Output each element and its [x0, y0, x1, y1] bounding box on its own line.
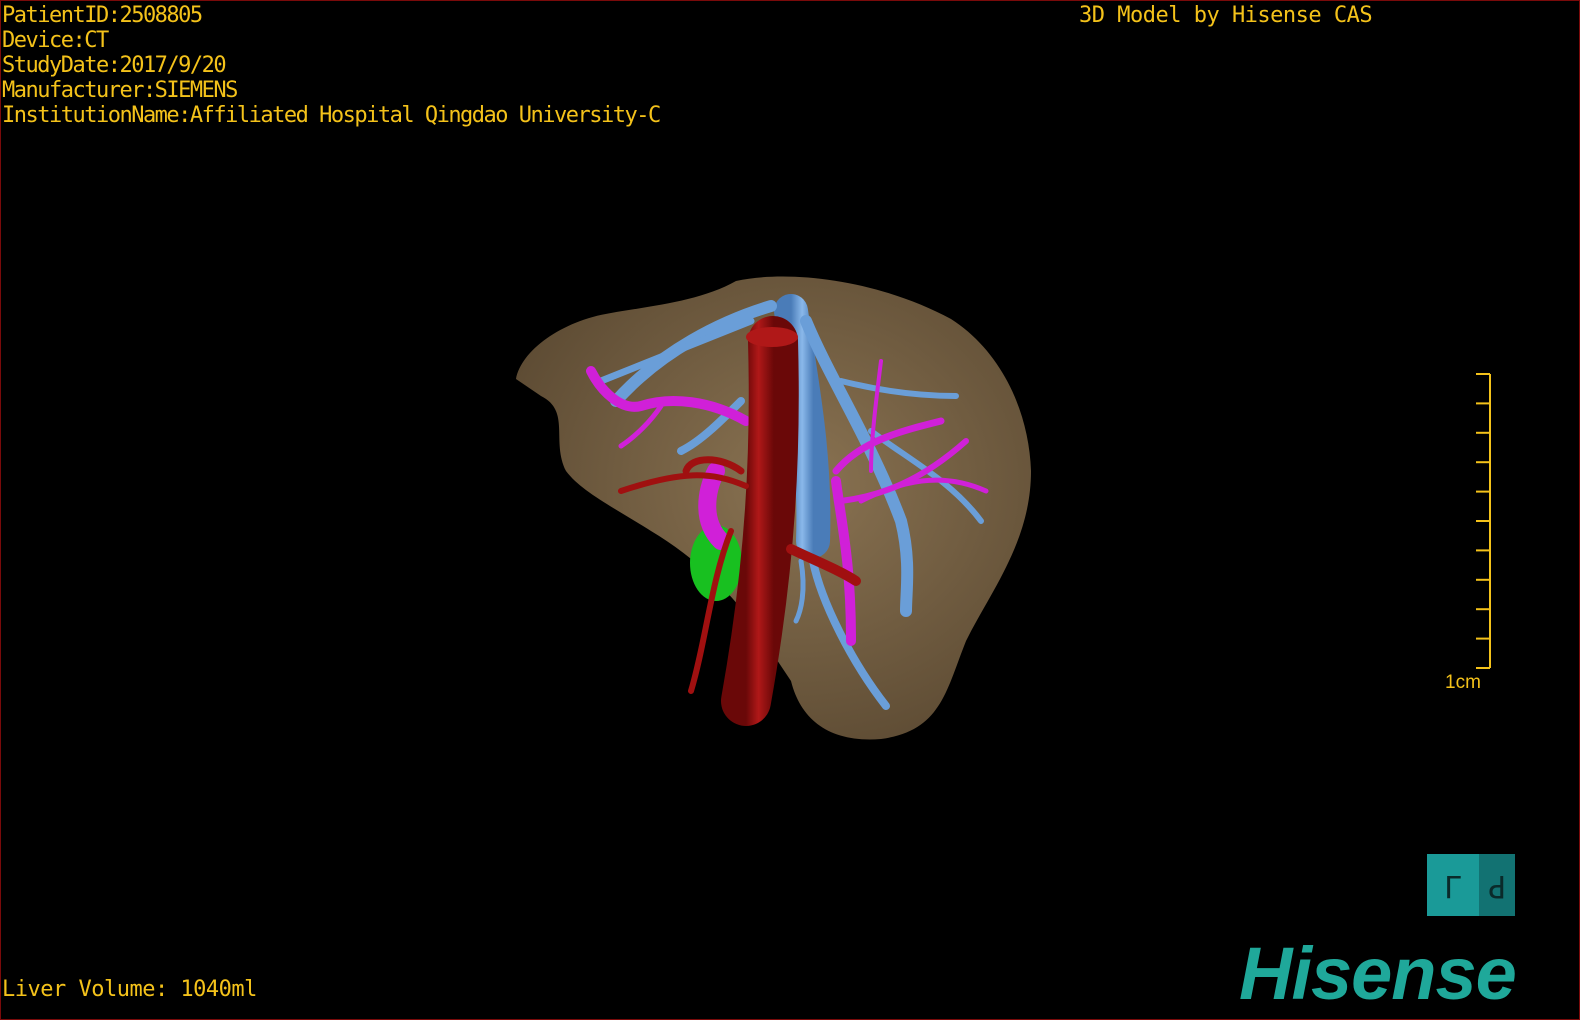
scale-bar	[1476, 373, 1491, 669]
orientation-face-left[interactable]: L	[1427, 854, 1479, 916]
orientation-label-right: P	[1487, 867, 1507, 903]
orientation-face-right[interactable]: P	[1479, 854, 1515, 916]
3d-viewport[interactable]: PatientID:2508805 Device:CT StudyDate:20…	[0, 0, 1580, 1020]
hisense-logo: Hisense	[1239, 932, 1517, 1015]
liver-volume: Liver Volume: 1040ml	[2, 977, 257, 1002]
orientation-label-left: L	[1443, 867, 1463, 903]
scale-label: 1cm	[1445, 672, 1481, 693]
orientation-cube[interactable]: L P	[1427, 854, 1515, 916]
